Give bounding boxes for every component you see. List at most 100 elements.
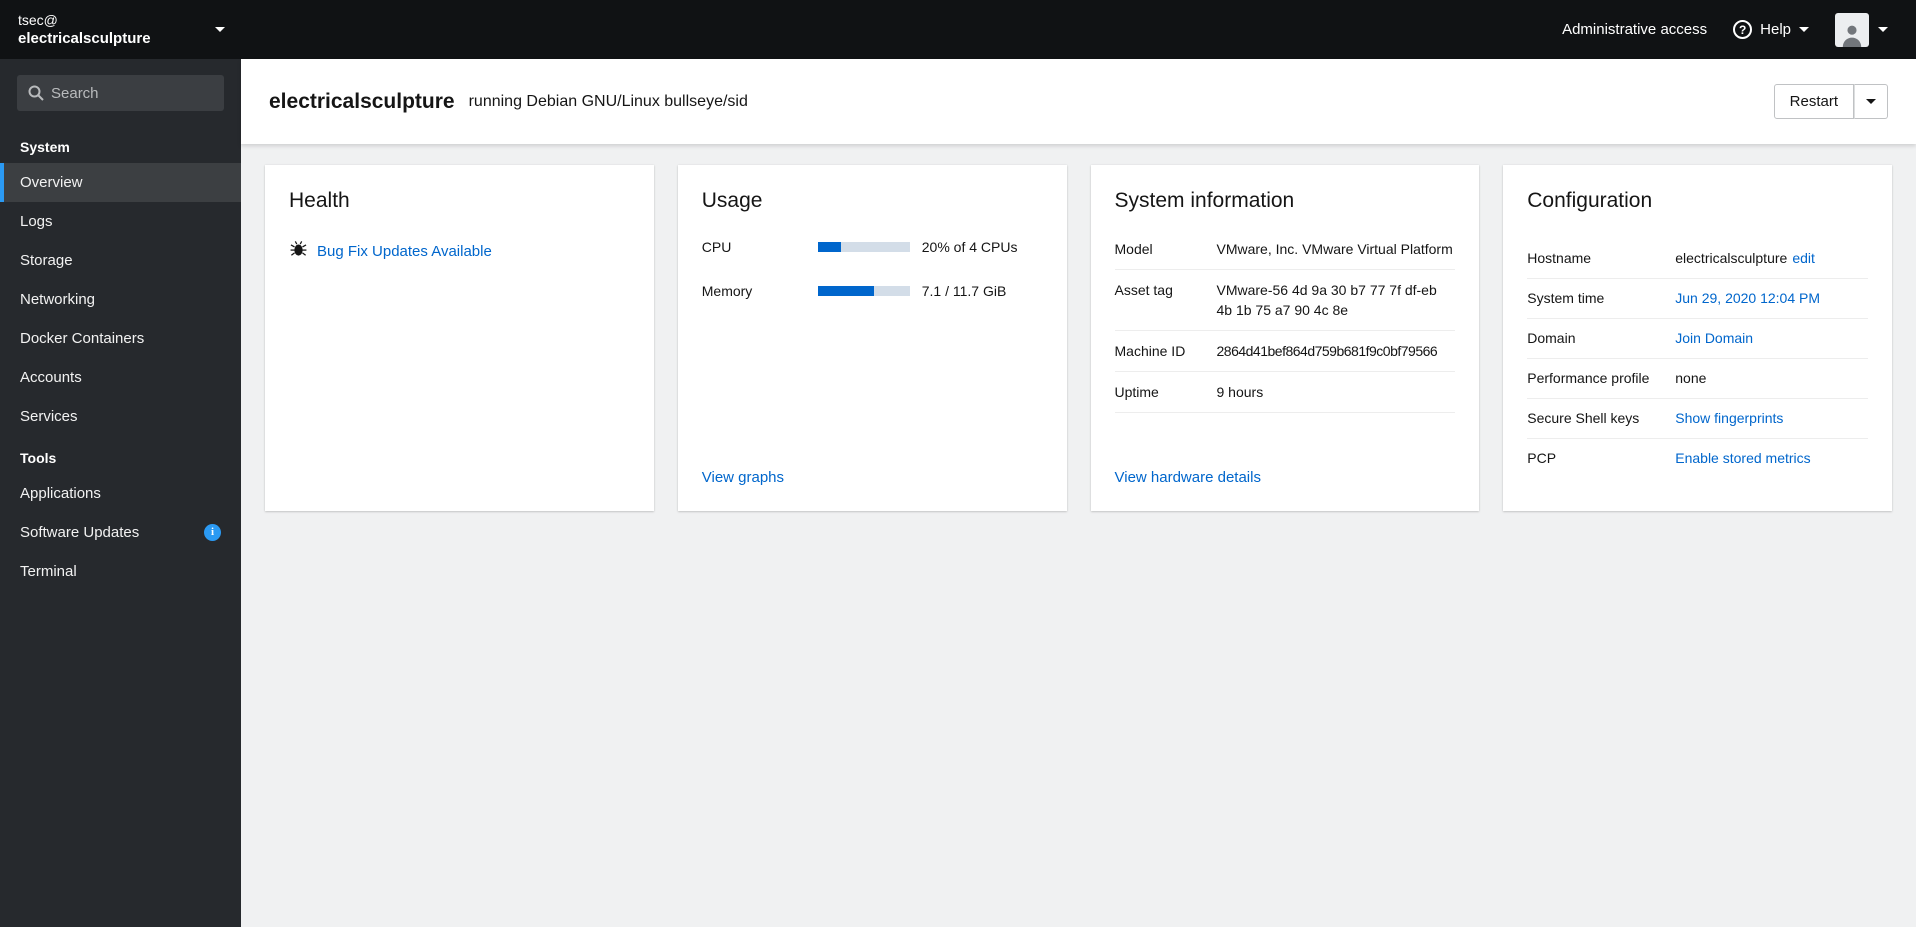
user-name: tsec@ — [18, 12, 58, 28]
main-area: Administrative access ? Help electricals… — [241, 0, 1916, 927]
config-text: electricalsculpture — [1675, 250, 1788, 266]
sidebar-item-label: Services — [20, 408, 78, 425]
card-footer: View graphs — [702, 453, 1043, 487]
sidebar-item-label: Applications — [20, 485, 101, 502]
config-row-performance-profile: Performance profile none — [1527, 359, 1868, 399]
sidebar-item-docker-containers[interactable]: Docker Containers — [0, 319, 241, 358]
usage-value: 7.1 / 11.7 GiB — [921, 283, 1007, 299]
bug-fix-updates-link[interactable]: Bug Fix Updates Available — [317, 243, 492, 260]
chevron-down-icon — [1799, 27, 1809, 32]
usage-label: Memory — [701, 283, 753, 299]
config-row-system-time: System time Jun 29, 2020 12:04 PM — [1527, 279, 1868, 319]
card-footer: View hardware details — [1115, 453, 1456, 487]
view-hardware-details-link[interactable]: View hardware details — [1115, 469, 1261, 486]
os-release-subtitle: running Debian GNU/Linux bullseye/sid — [468, 92, 748, 110]
sidebar-item-storage[interactable]: Storage — [0, 241, 241, 280]
info-row-model: Model VMware, Inc. VMware Virtual Platfor… — [1114, 239, 1456, 270]
sidebar-item-label: Logs — [20, 213, 53, 230]
help-icon: ? — [1733, 20, 1753, 39]
config-value: none — [1675, 369, 1868, 388]
info-label: Model — [1114, 241, 1153, 257]
administrative-access-button[interactable]: Administrative access — [1562, 21, 1707, 38]
help-menu[interactable]: ? Help — [1733, 20, 1809, 39]
card-title: Configuration — [1527, 189, 1653, 212]
masthead: Administrative access ? Help — [241, 0, 1916, 59]
restart-dropdown-button[interactable] — [1854, 84, 1888, 119]
nav-section-title: System — [20, 139, 70, 155]
info-label: Machine ID — [1114, 343, 1186, 359]
config-label: Secure Shell keys — [1527, 410, 1640, 426]
card-title: Health — [289, 189, 350, 212]
config-label: PCP — [1527, 450, 1557, 466]
config-text: none — [1675, 370, 1707, 386]
user-menu[interactable]: tsec@ electricalsculpture — [0, 0, 241, 59]
config-value: Enable stored metrics — [1675, 449, 1868, 468]
search-icon — [27, 84, 45, 107]
session-menu[interactable] — [1835, 12, 1888, 47]
usage-value: 20% of 4 CPUs — [921, 239, 1018, 255]
configuration-rows: Hostname electricalsculpture edit System ti… — [1527, 239, 1868, 478]
usage-row-memory: Memory 7.1 / 11.7 GiB — [702, 283, 1043, 299]
config-value: Jun 29, 2020 12:04 PM — [1675, 289, 1868, 308]
config-row-domain: Domain Join Domain — [1527, 319, 1868, 359]
bug-icon — [289, 239, 308, 263]
user-hostname: electricalsculpture — [18, 30, 151, 47]
sidebar: tsec@ electricalsculpture System Overview… — [0, 0, 241, 927]
show-fingerprints-link[interactable]: Show fingerprints — [1675, 410, 1783, 426]
sidebar-item-networking[interactable]: Networking — [0, 280, 241, 319]
usage-rows: CPU 20% of 4 CPUs Memory 7.1 / 11.7 GiB — [702, 239, 1043, 327]
info-label: Asset tag — [1114, 282, 1173, 298]
system-information-card: System information Model VMware, Inc. VMw… — [1090, 165, 1480, 511]
sidebar-item-logs[interactable]: Logs — [0, 202, 241, 241]
progress-bar — [817, 286, 910, 296]
sidebar-item-label: Docker Containers — [20, 330, 145, 347]
sidebar-item-label: Overview — [20, 174, 83, 191]
info-row-asset-tag: Asset tag VMware-56 4d 9a 30 b7 77 7f df-… — [1114, 270, 1456, 331]
search-input[interactable] — [17, 75, 224, 111]
sidebar-item-overview[interactable]: Overview — [0, 163, 241, 202]
info-label: Uptime — [1114, 384, 1159, 400]
config-label: Domain — [1527, 330, 1576, 346]
info-value: VMware, Inc. VMware Virtual Platform — [1216, 241, 1453, 257]
help-label: Help — [1760, 21, 1791, 38]
chevron-down-icon — [1878, 27, 1888, 32]
avatar — [1835, 12, 1869, 47]
sidebar-item-applications[interactable]: Applications — [0, 474, 241, 513]
info-badge-icon: i — [204, 524, 221, 541]
progress-fill — [817, 286, 874, 296]
chevron-down-icon — [1866, 99, 1876, 104]
info-row-machine-id: Machine ID 2864d41bef864d759b681f9c0bf795… — [1114, 331, 1456, 372]
usage-card: Usage CPU 20% of 4 CPUs Memory 7.1 / 11.7 G… — [677, 165, 1067, 511]
restart-button[interactable]: Restart — [1773, 84, 1854, 119]
config-value: Join Domain — [1675, 329, 1868, 348]
usage-row-cpu: CPU 20% of 4 CPUs — [702, 239, 1043, 255]
user-identity: tsec@ electricalsculpture — [18, 11, 151, 48]
edit-hostname-link[interactable]: edit — [1792, 250, 1815, 266]
info-row-uptime: Uptime 9 hours — [1114, 372, 1456, 413]
health-item: Bug Fix Updates Available — [289, 239, 630, 263]
sidebar-item-services[interactable]: Services — [0, 397, 241, 436]
sidebar-item-terminal[interactable]: Terminal — [0, 552, 241, 591]
config-label: Performance profile — [1527, 370, 1650, 386]
sidebar-item-software-updates[interactable]: Software Updates i — [0, 513, 241, 552]
enable-stored-metrics-link[interactable]: Enable stored metrics — [1675, 450, 1810, 466]
progress-bar — [817, 242, 910, 252]
config-value: electricalsculpture edit — [1675, 249, 1868, 268]
search-box — [17, 75, 224, 111]
config-row-pcp: PCP Enable stored metrics — [1527, 439, 1868, 478]
sidebar-item-label: Storage — [20, 252, 73, 269]
sidebar-item-label: Terminal — [20, 563, 77, 580]
config-row-hostname: Hostname electricalsculpture edit — [1527, 239, 1868, 279]
page-header: electricalsculpture running Debian GNU/L… — [241, 59, 1916, 144]
card-title: System information — [1114, 189, 1295, 212]
card-title: Usage — [701, 189, 763, 212]
sidebar-item-accounts[interactable]: Accounts — [0, 358, 241, 397]
join-domain-link[interactable]: Join Domain — [1675, 330, 1753, 346]
content-area: Health Bug Fix Updates Available Usage C… — [241, 144, 1916, 927]
restart-split-button: Restart — [1773, 84, 1888, 119]
view-graphs-link[interactable]: View graphs — [702, 469, 784, 486]
overview-cards: Health Bug Fix Updates Available Usage C… — [265, 165, 1892, 511]
config-value: Show fingerprints — [1675, 409, 1868, 428]
info-value: 2864d41bef864d759b681f9c0bf79566 — [1216, 343, 1438, 359]
system-time-link[interactable]: Jun 29, 2020 12:04 PM — [1675, 290, 1820, 306]
